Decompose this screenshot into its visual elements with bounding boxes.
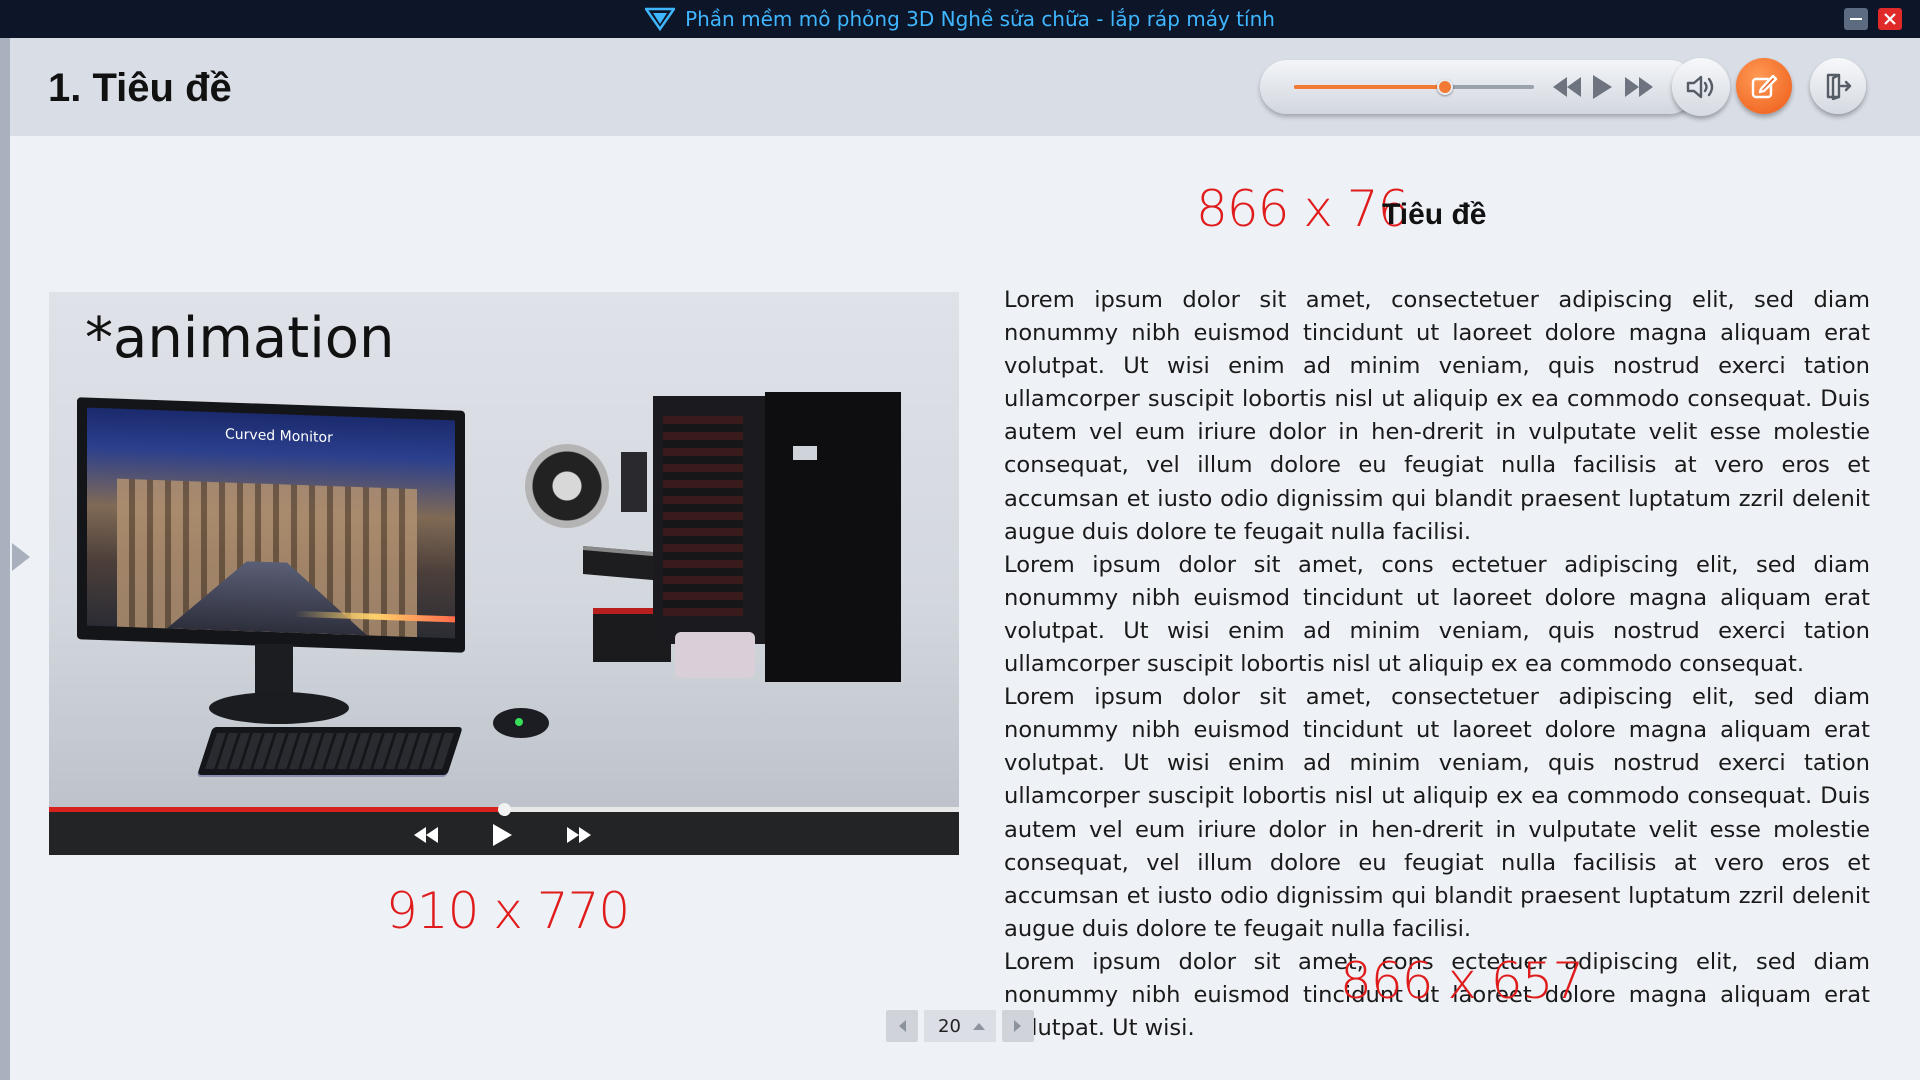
page-title: 1. Tiêu đề: [48, 66, 232, 110]
page-header: 1. Tiêu đề: [10, 38, 1920, 136]
page-number: 20: [938, 1015, 961, 1037]
edit-button[interactable]: [1736, 58, 1792, 114]
app-logo-icon: [645, 7, 676, 31]
rewind-icon: [414, 827, 438, 843]
video-fast-forward-button[interactable]: [564, 823, 594, 847]
play-icon: [493, 824, 512, 846]
video-progress-handle[interactable]: [498, 803, 511, 816]
volume-slider[interactable]: [1294, 79, 1534, 95]
rewind-button[interactable]: [1550, 73, 1584, 101]
section-subtitle: Tiêu đề: [1382, 198, 1487, 231]
volume-icon: [1686, 75, 1714, 99]
play-button[interactable]: [1590, 73, 1614, 101]
monitor-screen: Curved Monitor: [87, 407, 455, 639]
pc-case-illustration: [765, 392, 901, 682]
rewind-icon: [1553, 77, 1581, 97]
sidebar-strip: [0, 38, 10, 1080]
fast-forward-icon: [567, 827, 591, 843]
page-up-icon[interactable]: [972, 1021, 986, 1031]
monitor-illustration: Curved Monitor: [77, 397, 465, 653]
next-page-button[interactable]: [1002, 1010, 1034, 1042]
keyboard-illustration: [197, 727, 463, 775]
video-rewind-button[interactable]: [411, 823, 441, 847]
paragraph: Lorem ipsum dolor sit amet, consectetuer…: [1004, 287, 1870, 545]
next-page-icon: [1014, 1020, 1021, 1032]
volume-button[interactable]: [1672, 58, 1730, 116]
animation-label: *animation: [85, 306, 395, 371]
video-play-button[interactable]: [489, 823, 515, 847]
minimize-button[interactable]: [1844, 8, 1868, 30]
pagination: 20: [886, 1010, 1034, 1042]
video-dimension-label: 910 x 770: [386, 882, 630, 940]
video-player[interactable]: *animation Curved Monitor: [49, 292, 959, 855]
text-dimension-label: 866 x 657: [1340, 952, 1584, 1010]
case-fan-illustration: [675, 632, 755, 678]
close-button[interactable]: [1878, 8, 1902, 30]
window-title-text: Phần mềm mô phỏng 3D Nghề sửa chữa - lắp…: [685, 7, 1275, 31]
prev-page-button[interactable]: [886, 1010, 918, 1042]
video-progress-bar[interactable]: [49, 803, 959, 816]
edit-icon: [1751, 74, 1778, 99]
exit-button[interactable]: [1810, 58, 1866, 114]
media-control-bar: [1260, 58, 1730, 116]
video-progress-fill: [49, 807, 504, 812]
cpu-cooler-illustration: [525, 444, 609, 528]
paragraph: Lorem ipsum dolor sit amet, consectetuer…: [1004, 684, 1870, 942]
prev-page-icon: [899, 1020, 906, 1032]
title-dimension-label: 866 x 76: [1196, 180, 1409, 238]
volume-slider-handle[interactable]: [1437, 79, 1454, 95]
open-case-illustration: [653, 396, 765, 644]
mouse-illustration: [493, 708, 549, 738]
play-icon: [1593, 75, 1612, 99]
window-title: Phần mềm mô phỏng 3D Nghề sửa chữa - lắp…: [0, 0, 1920, 38]
expand-sidebar-icon[interactable]: [12, 543, 30, 571]
exit-icon: [1826, 73, 1852, 101]
paragraph: Lorem ipsum dolor sit amet, cons ectetue…: [1004, 551, 1870, 678]
volume-slider-fill: [1294, 85, 1446, 89]
monitor-base: [209, 692, 349, 724]
body-text: Lorem ipsum dolor sit amet, consectetuer…: [1004, 284, 1870, 1045]
close-icon: [1884, 13, 1896, 25]
title-bar: Phần mềm mô phỏng 3D Nghề sửa chữa - lắp…: [0, 0, 1920, 38]
monitor-brand-text: Curved Monitor: [225, 426, 333, 447]
page-number-field[interactable]: 20: [924, 1010, 996, 1042]
fast-forward-button[interactable]: [1622, 73, 1656, 101]
fast-forward-icon: [1625, 77, 1653, 97]
ram-illustration: [621, 452, 647, 512]
